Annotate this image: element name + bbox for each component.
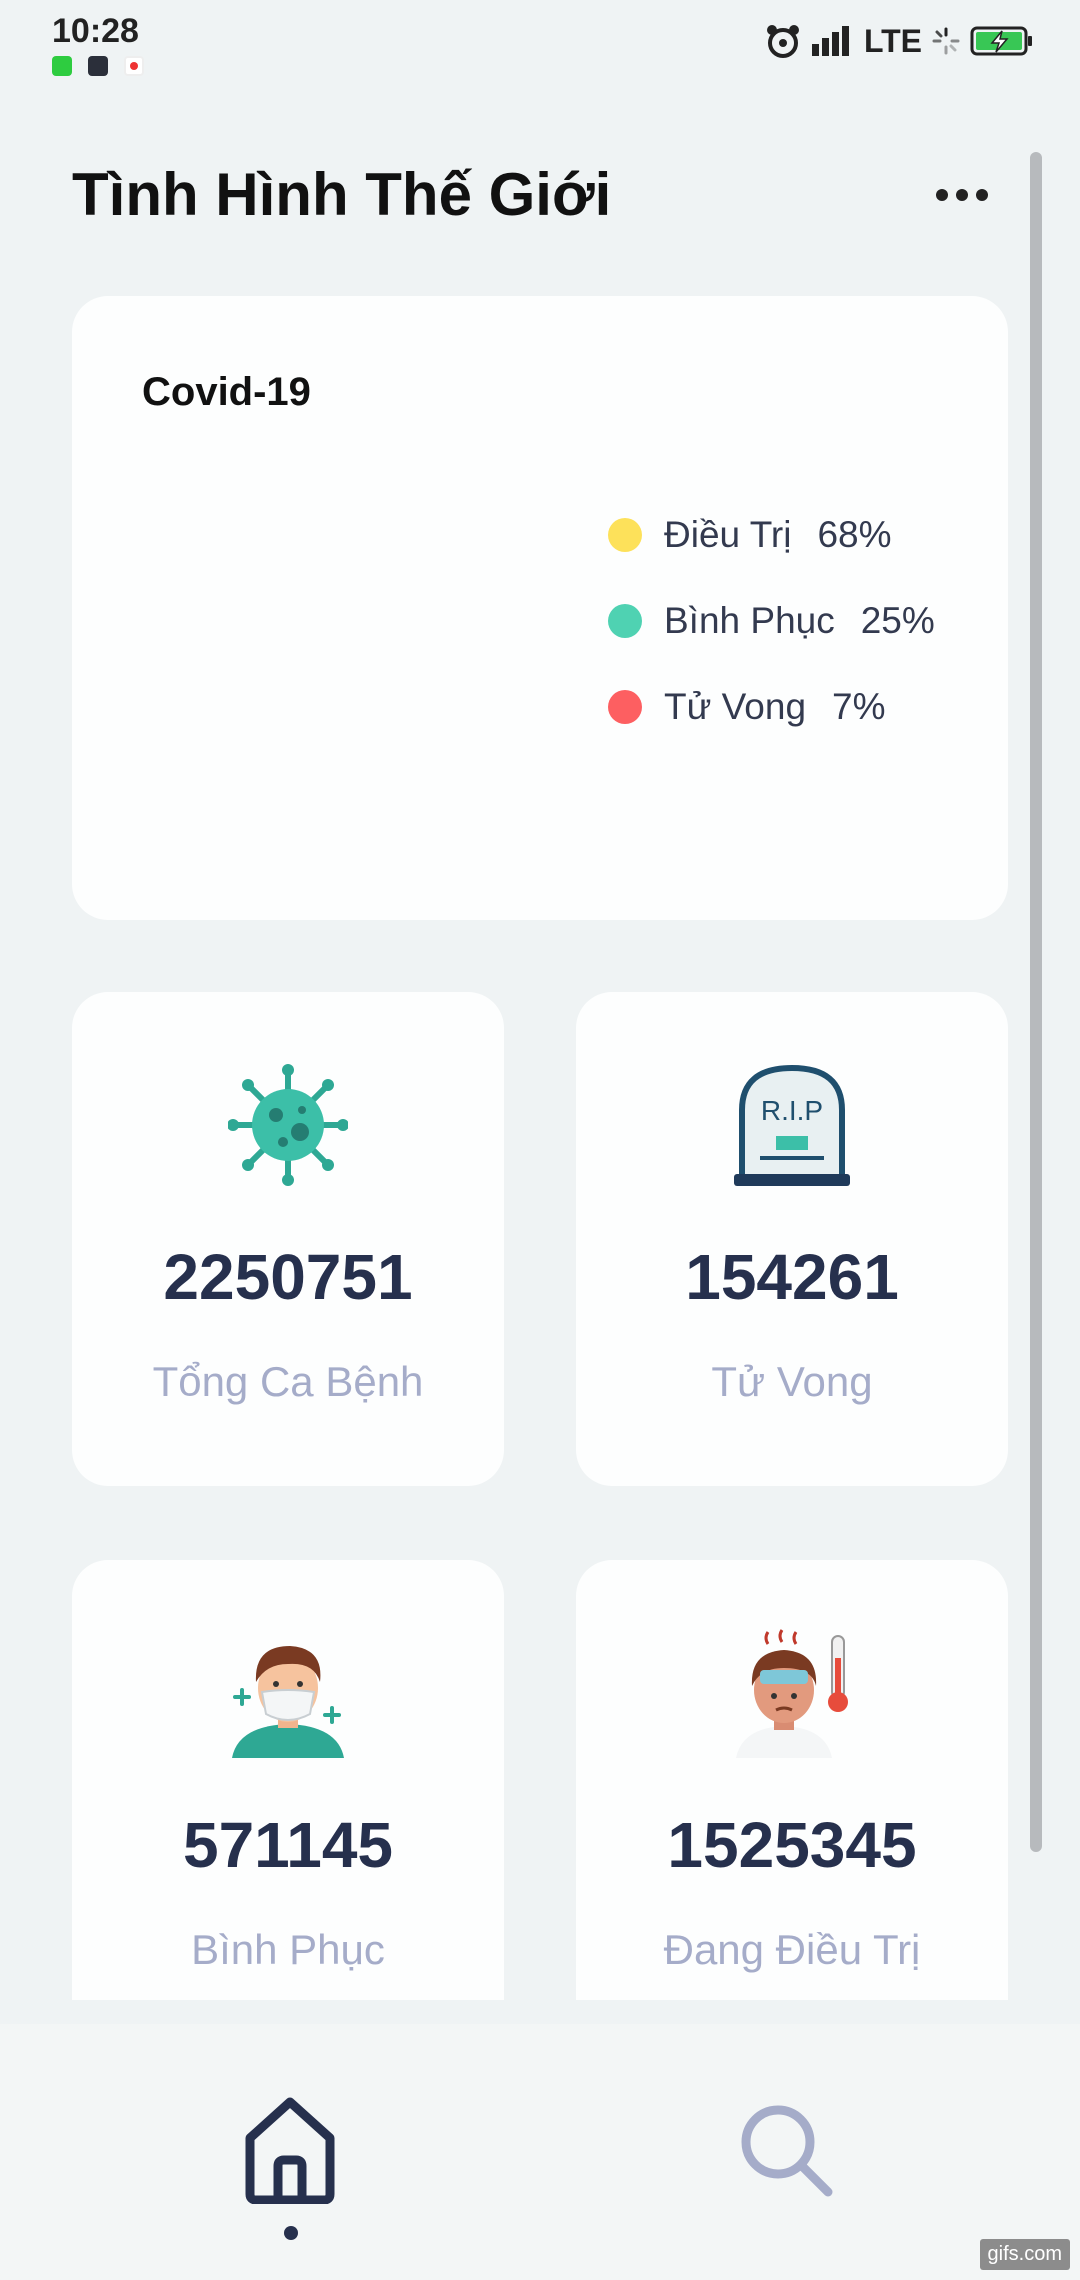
stat-card-deaths[interactable]: R.I.P 154261 Tử Vong <box>576 992 1008 1486</box>
legend-dot <box>608 518 642 552</box>
legend-percent: 68% <box>817 514 892 555</box>
app-icon <box>88 56 108 76</box>
stat-label: Bình Phục <box>191 1926 385 1973</box>
legend-label: Tử Vong <box>664 686 807 727</box>
stat-value: 2250751 <box>163 1241 413 1313</box>
summary-title: Covid-19 <box>142 370 311 414</box>
legend-item-deaths: Tử Vong 7% <box>608 664 935 750</box>
bottom-nav <box>0 2024 1080 2280</box>
masked-person-icon <box>232 1646 344 1758</box>
legend-item-recovered: Bình Phục 25% <box>608 578 935 664</box>
status-bar: 10:28 LTE <box>0 0 1080 90</box>
stat-card-total-cases[interactable]: 2250751 Tổng Ca Bệnh <box>72 992 504 1486</box>
facetime-icon <box>52 56 72 76</box>
legend-percent: 25% <box>860 600 935 641</box>
more-options-button[interactable] <box>936 180 1000 210</box>
network-type: LTE <box>863 22 922 59</box>
battery-charging-icon <box>970 26 1032 56</box>
legend-dot <box>608 690 642 724</box>
summary-card: Covid-19 Điều Trị 68% Bình Phục 25% Tử V… <box>72 296 1008 920</box>
stat-value: 571145 <box>182 1809 394 1881</box>
sick-person-icon <box>736 1629 848 1758</box>
legend-label: Điều Trị <box>664 514 792 555</box>
legend-label: Bình Phục <box>664 600 835 641</box>
search-icon[interactable] <box>736 2100 836 2200</box>
signal-icon <box>811 26 849 56</box>
stat-value: 154261 <box>685 1241 899 1313</box>
notification-icons <box>52 56 144 76</box>
active-nav-indicator <box>284 2226 298 2240</box>
alarm-icon <box>766 25 799 58</box>
status-time: 10:28 <box>52 12 139 50</box>
more-horizontal-icon <box>936 189 948 201</box>
heart-icon <box>124 56 144 76</box>
stat-card-treating[interactable]: 1525345 Đang Điều Trị <box>576 1560 1008 2000</box>
loading-icon <box>932 27 960 55</box>
scrollbar[interactable] <box>1030 152 1042 1852</box>
chart-legend: Điều Trị 68% Bình Phục 25% Tử Vong 7% <box>608 492 935 750</box>
stat-card-recovered[interactable]: 571145 Bình Phục <box>72 1560 504 2000</box>
status-icons: LTE <box>764 22 1034 60</box>
page-title: Tình Hình Thế Giới <box>72 161 612 228</box>
gravestone-text: R.I.P <box>761 1095 823 1126</box>
legend-percent: 7% <box>832 686 886 727</box>
stat-label: Tử Vong <box>711 1358 873 1405</box>
watermark: gifs.com <box>979 2239 1070 2270</box>
legend-dot <box>608 604 642 638</box>
stat-label: Tổng Ca Bệnh <box>152 1358 424 1405</box>
legend-item-treating: Điều Trị 68% <box>608 492 935 578</box>
gravestone-icon: R.I.P <box>734 1064 850 1186</box>
home-icon[interactable] <box>242 2094 338 2204</box>
stat-label: Đang Điều Trị <box>663 1926 921 1973</box>
virus-icon <box>228 1064 348 1186</box>
stat-value: 1525345 <box>667 1809 917 1881</box>
